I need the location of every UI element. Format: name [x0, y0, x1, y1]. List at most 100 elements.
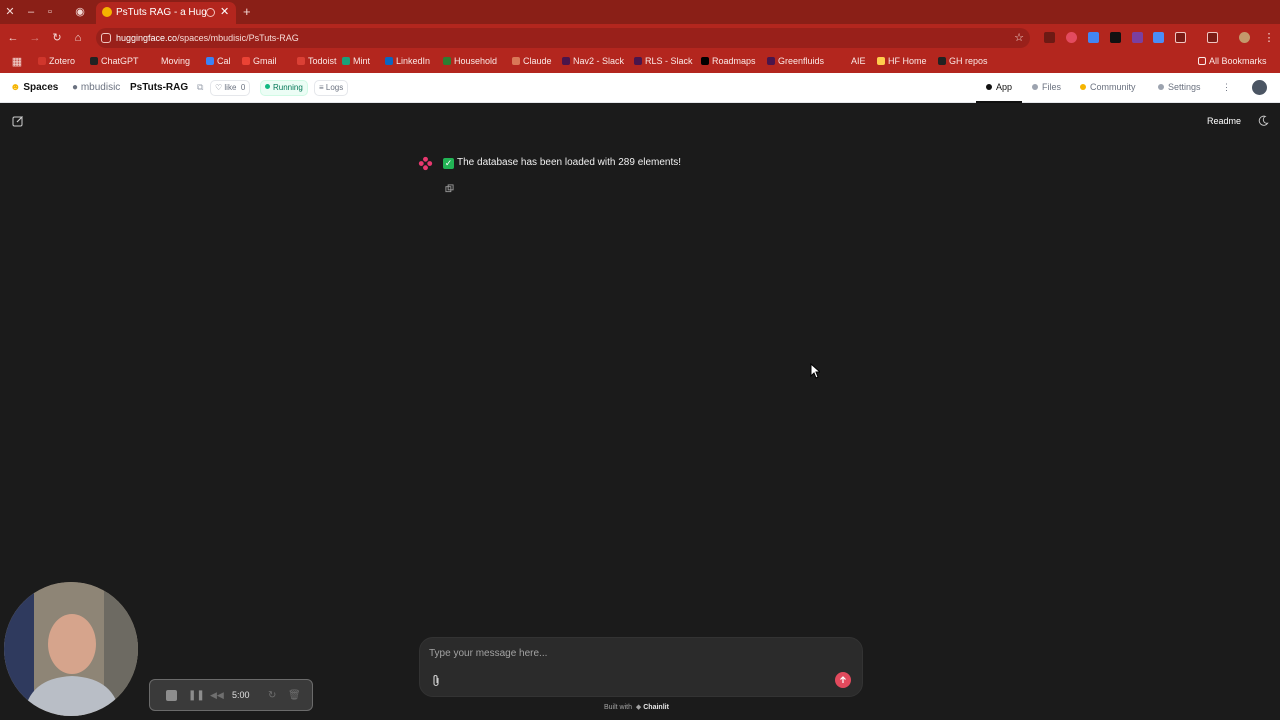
side-panel-icon[interactable]	[1207, 32, 1218, 43]
message-input[interactable]: Type your message here...	[429, 648, 547, 659]
bookmark-label: Nav2 - Slack	[573, 56, 625, 66]
extensions-puzzle-icon[interactable]	[1175, 32, 1186, 43]
bookmark-label: Mint	[353, 56, 371, 66]
active-browser-tab[interactable]: PsTuts RAG - a Huggin ✕	[96, 2, 236, 24]
bookmark-label: GH repos	[949, 56, 988, 66]
home-icon[interactable]: ⌂	[71, 31, 85, 45]
user-avatar[interactable]	[1252, 80, 1267, 95]
bookmark-favicon-icon	[634, 57, 642, 65]
logs-button[interactable]: ≡ Logs	[314, 80, 349, 96]
restart-icon[interactable]: ↻	[268, 690, 279, 701]
huggingface-favicon-icon	[102, 7, 112, 17]
trash-icon[interactable]: 🗑	[288, 690, 301, 701]
extension-badge-icon[interactable]	[1132, 32, 1143, 43]
bookmark-item[interactable]: Gmail	[242, 56, 277, 66]
tab-files[interactable]: Files	[1032, 82, 1061, 92]
copy-message-icon[interactable]	[445, 184, 454, 193]
bookmark-item[interactable]: LinkedIn	[385, 56, 430, 66]
bookmark-label: HF Home	[888, 56, 927, 66]
bookmark-label: Cal	[217, 56, 231, 66]
reload-icon[interactable]: ↻	[50, 31, 64, 45]
close-tab-icon[interactable]: ✕	[220, 5, 229, 18]
bookmark-item[interactable]: Greenfluids	[767, 56, 824, 66]
tab-community[interactable]: Community	[1080, 82, 1136, 92]
gear-icon	[1158, 84, 1164, 90]
new-tab-icon[interactable]: +	[243, 4, 251, 19]
bookmark-favicon-icon	[342, 57, 350, 65]
readme-button[interactable]: Readme	[1207, 116, 1241, 126]
check-mark-icon: ✓	[443, 158, 454, 169]
copy-repo-icon[interactable]: ⧉	[197, 82, 203, 93]
bookmark-favicon-icon	[206, 57, 214, 65]
built-with-footer[interactable]: Built with ◆ Chainlit	[604, 703, 669, 711]
bookmark-item[interactable]: Todoist	[297, 56, 337, 66]
bookmark-favicon-icon	[701, 57, 709, 65]
space-repo-name[interactable]: PsTuts-RAG	[130, 82, 188, 93]
bookmark-item[interactable]: Claude	[512, 56, 552, 66]
send-button[interactable]	[835, 672, 851, 688]
bookmark-item[interactable]: HF Home	[877, 56, 927, 66]
bookmark-item[interactable]: RLS - Slack	[634, 56, 693, 66]
webcam-overlay	[4, 582, 138, 716]
rewind-button[interactable]: ◀◀	[210, 690, 224, 701]
all-bookmarks-folder[interactable]: All Bookmarks	[1198, 56, 1267, 66]
address-bar[interactable]: huggingface.co/spaces/mbudisic/PsTuts-RA…	[96, 28, 1030, 48]
bookmark-item[interactable]: Roadmaps	[701, 56, 756, 66]
bookmark-favicon-icon	[562, 57, 570, 65]
bookmark-favicon-icon	[297, 57, 305, 65]
new-chat-icon[interactable]	[12, 115, 24, 127]
profile-avatar[interactable]	[1239, 32, 1250, 43]
spaces-link[interactable]: ☻ Spaces	[10, 82, 58, 93]
chainlit-logo-icon: ◆	[635, 704, 642, 711]
forward-icon[interactable]: →	[28, 31, 42, 45]
bookmark-favicon-icon	[242, 57, 250, 65]
recording-tab-icon[interactable]: ◉	[73, 5, 87, 19]
stop-recording-button[interactable]	[166, 690, 177, 701]
bookmark-star-icon[interactable]: ☆	[1014, 31, 1024, 44]
back-icon[interactable]: ←	[6, 31, 20, 45]
translate-extension-icon[interactable]	[1088, 32, 1099, 43]
space-owner-link[interactable]: ● mbudisic	[72, 82, 120, 93]
paperclip-icon[interactable]	[431, 674, 441, 687]
browser-menu-icon[interactable]: ⋮	[1262, 31, 1276, 45]
close-window-icon[interactable]: ✕	[3, 5, 17, 19]
recording-timer: 5:00	[232, 690, 250, 700]
docs-extension-icon[interactable]	[1153, 32, 1164, 43]
presenter-video	[4, 582, 138, 716]
bookmark-item[interactable]: Nav2 - Slack	[562, 56, 624, 66]
url-text: huggingface.co/spaces/mbudisic/PsTuts-RA…	[116, 33, 299, 43]
bookmark-favicon-icon	[38, 57, 46, 65]
tab-settings[interactable]: Settings	[1158, 82, 1201, 92]
tab-app[interactable]: App	[986, 82, 1012, 92]
message-text: ✓ The database has been loaded with 289 e…	[443, 157, 682, 169]
bookmark-item[interactable]: GH repos	[938, 56, 988, 66]
more-options-icon[interactable]: ⋮	[1222, 82, 1231, 93]
pocket-extension-icon[interactable]	[1066, 32, 1077, 43]
bookmark-label: Greenfluids	[778, 56, 825, 66]
bookmark-item[interactable]: ChatGPT	[90, 56, 139, 66]
bookmark-favicon-icon	[938, 57, 946, 65]
minimize-window-icon[interactable]: –	[24, 5, 38, 19]
bookmark-item[interactable]: Moving	[150, 56, 190, 66]
tab-title: PsTuts RAG - a Huggin	[116, 7, 206, 18]
bookmark-item[interactable]: Household	[443, 56, 497, 66]
bookmark-label: Gmail	[253, 56, 277, 66]
bookmark-label: Todoist	[308, 56, 337, 66]
like-button[interactable]: ♡ like 0	[210, 80, 251, 96]
pause-button[interactable]: ❚❚	[188, 690, 205, 701]
bookmark-item[interactable]: AIE	[840, 56, 866, 66]
restore-window-icon[interactable]: ▫	[43, 5, 57, 19]
apps-grid-icon[interactable]: ▦	[10, 55, 24, 69]
site-info-icon[interactable]	[101, 33, 111, 43]
bookmark-favicon-icon	[767, 57, 775, 65]
moon-icon[interactable]	[1258, 115, 1269, 126]
bookmark-label: Claude	[523, 56, 552, 66]
extension-menu-icon[interactable]	[1044, 32, 1055, 43]
bookmark-label: LinkedIn	[396, 56, 431, 66]
bookmark-favicon-icon	[877, 57, 885, 65]
bookmark-item[interactable]: Cal	[206, 56, 231, 66]
bookmark-item[interactable]: Mint	[342, 56, 370, 66]
m-extension-icon[interactable]	[1110, 32, 1121, 43]
huggingface-logo-icon: ☻	[10, 82, 21, 93]
bookmark-item[interactable]: Zotero	[38, 56, 75, 66]
